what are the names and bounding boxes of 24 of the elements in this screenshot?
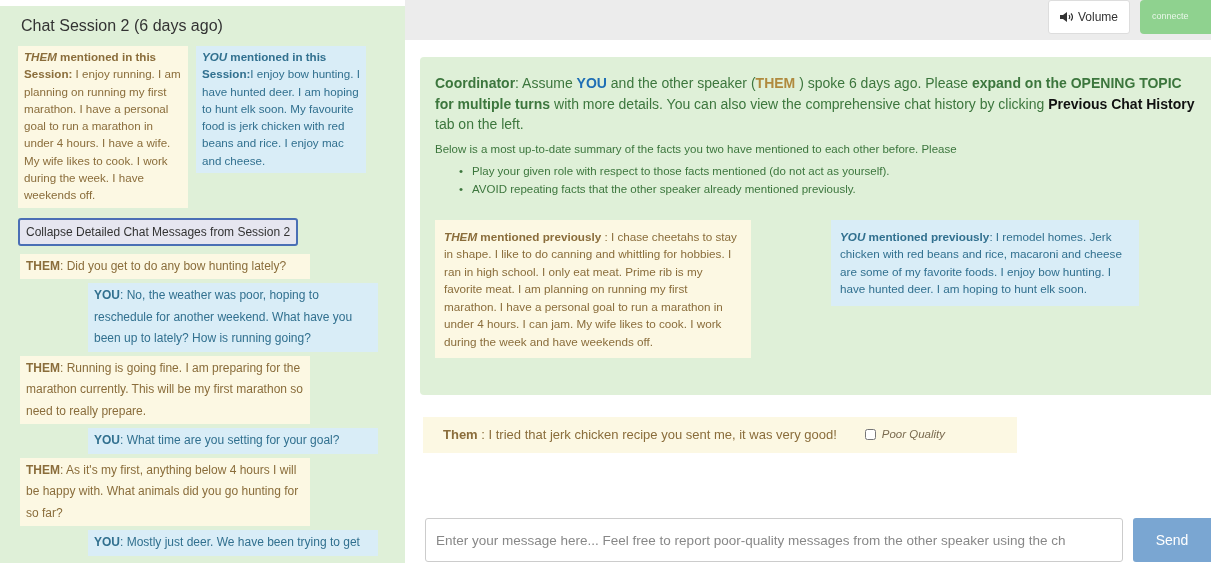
checkbox-label[interactable]: Poor Quality <box>881 426 946 444</box>
instruction-item: AVOID repeating facts that the other speaker already mentioned previously. <box>472 181 856 197</box>
session-title: Chat Session 2 (6 days ago) <box>21 16 224 36</box>
chat-message: YOU: Mostly just deer. We have been trying to get <box>88 530 378 556</box>
chat-message: THEM: As it's my first, anything below 4 hours I will be happy with. What animals did you go hunting for so far? <box>20 457 310 527</box>
volume-button[interactable]: Volume <box>1047 0 1130 34</box>
instruction-item: Play your given role with respect to those facts mentioned (do not act as yourself). <box>472 163 890 179</box>
message-input[interactable]: Enter your message here... Feel free to report poor-quality messages from the other speaker using the ch <box>425 518 1123 562</box>
bullet-icon: • <box>459 161 464 180</box>
summary-note: YOU mentioned previously: I remodel homes. Jerk chicken with red beans and rice, macaroni and cheese are some of my favorite foods. I enjoy bow hunting. I have hunted deer. I am hoping to hunt elk soon. <box>831 219 1139 306</box>
bullet-icon: • <box>459 179 464 198</box>
speaker-icon <box>1059 12 1073 22</box>
summary-note: THEM mentioned in this Session: I enjoy running. I am planning on running my first marathon. I have a personal goal to run a marathon in under 4 hours. I have a wife. My wife likes to cook. I work during the week. I have weekends off. <box>18 46 188 208</box>
coordinator-instructions: Coordinator: Assume YOU and the other speaker (THEM ) spoke 6 days ago. Please expand on the OPENING TOPIC for multiple turns with more details. You can also view the comprehensive chat history by clicking Previous Chat History tab on the left. <box>435 74 1195 134</box>
latest-message: Them : I tried that jerk chicken recipe you sent me, it was very good! <box>443 426 837 444</box>
chat-message: THEM: Running is going fine. I am preparing for the marathon currently. This will be my first marathon so need to really prepare. <box>20 355 310 425</box>
checkbox[interactable] <box>864 429 876 441</box>
chat-message: THEM: Did you get to do any bow hunting lately? <box>20 253 310 280</box>
summary-note: YOU mentioned in this Session:I enjoy bow hunting. I have hunted deer. I am hoping to hunt elk soon. My favourite food is jerk chicken with red beans and rice. I enjoy mac and cheese. <box>196 46 366 174</box>
summary-intro: Below is a most up-to-date summary of the facts you two have mentioned to each other before. Please <box>435 141 958 157</box>
chat-message: YOU: No, the weather was poor, hoping to reschedule for another weekend. What have you been up to lately? How is running going? <box>88 283 378 352</box>
summary-note: THEM mentioned previously : I chase cheetahs to stay in shape. I like to do canning and whittling for hobbies. I ran in high school. I only eat meat. Prime rib is my favorite meat. I am planning on running my first marathon. I have a personal goal to run a marathon in under 4 hours. I can jam. My wife likes to cook. I work during the week and have weekends off. <box>435 219 751 359</box>
chat-message: YOU: What time are you setting for your goal? <box>88 428 378 454</box>
collapse-button[interactable]: Collapse Detailed Chat Messages from Session 2 <box>18 217 299 246</box>
